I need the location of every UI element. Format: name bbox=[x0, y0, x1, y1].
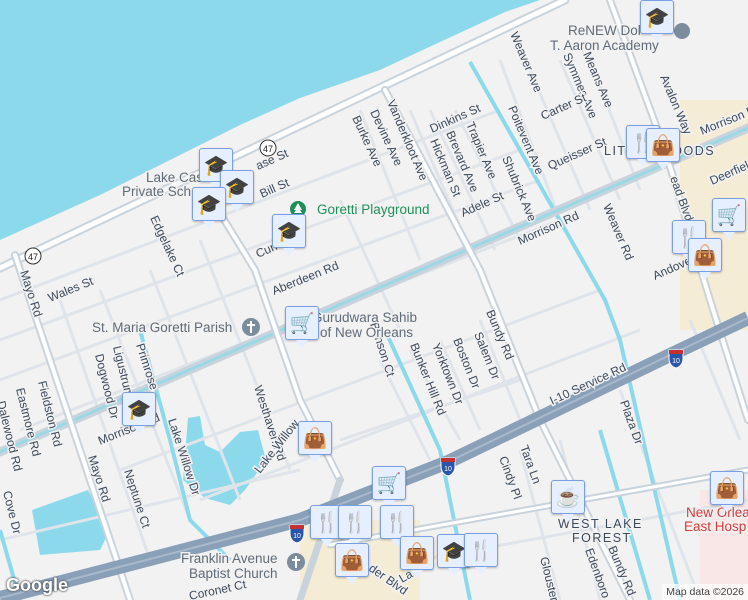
map-attribution[interactable]: Map data ©2026 bbox=[662, 584, 748, 600]
map-canvas[interactable]: 47 47 10 10 10 Morrison Rd Morrison Rd M… bbox=[0, 0, 748, 600]
fork-knife-icon: 🍴 bbox=[342, 511, 368, 534]
svg-text:10: 10 bbox=[672, 358, 680, 365]
fork-knife-icon: 🍴 bbox=[384, 511, 410, 534]
road-label: Aberdeen Rd bbox=[270, 258, 341, 297]
shopping-bag-icon: 👜 bbox=[339, 549, 365, 572]
interstate-10-shield: 10 bbox=[668, 349, 684, 369]
poi-label[interactable]: T. Aaron Academy bbox=[549, 37, 661, 55]
shopping-cart-icon: 🛒 bbox=[716, 204, 742, 227]
road-label: Neptune Ct bbox=[121, 468, 153, 531]
svg-text:10: 10 bbox=[444, 466, 452, 473]
grocery-marker[interactable]: 🛒 bbox=[712, 198, 746, 240]
restaurant-marker[interactable]: 🍴 bbox=[380, 505, 414, 547]
google-logo: Google bbox=[6, 575, 68, 595]
shopping-cart-icon: 🛒 bbox=[289, 312, 315, 335]
shopping-bag-icon: 👜 bbox=[302, 427, 328, 450]
road-label: Cindy Pl bbox=[496, 454, 524, 501]
graduation-cap-icon: 🎓 bbox=[441, 540, 467, 563]
poi-label[interactable]: Gurudwara Sahib bbox=[311, 309, 419, 327]
interstate-10-shield: 10 bbox=[289, 524, 305, 544]
shopping-marker[interactable]: 👜 bbox=[710, 471, 744, 513]
road-label: Mayo Rd bbox=[17, 269, 45, 319]
church-icon bbox=[242, 318, 260, 336]
graduation-cap-icon: 🎓 bbox=[126, 398, 152, 421]
road-label: Cove Dr bbox=[0, 489, 24, 535]
school-marker[interactable]: 🎓 bbox=[272, 214, 306, 256]
shopping-bag-icon: 👜 bbox=[714, 477, 740, 500]
poi-label[interactable]: East Hosp bbox=[683, 518, 748, 536]
road-label: Tara Ln bbox=[517, 443, 544, 485]
road-label: Adele St bbox=[459, 188, 507, 220]
poi-label[interactable]: Private Sch bbox=[121, 183, 193, 201]
poi-label[interactable]: St. Maria Goretti Parish bbox=[91, 319, 234, 337]
shopping-cart-icon: 🛒 bbox=[376, 472, 402, 495]
poi-label[interactable]: ReNEW Dol bbox=[567, 22, 643, 40]
shopping-bag-icon: 👜 bbox=[404, 542, 430, 565]
shopping-marker[interactable]: 👜 bbox=[688, 238, 722, 280]
poi-label[interactable]: Lake Cast bbox=[145, 169, 209, 187]
school-marker[interactable]: 🎓 bbox=[192, 187, 226, 229]
church-icon bbox=[287, 553, 305, 571]
shopping-marker[interactable]: 👜 bbox=[335, 543, 369, 585]
road-label: Weaver Ave bbox=[507, 30, 545, 95]
cafe-marker[interactable]: ☕ bbox=[551, 480, 585, 522]
interstate-10-shield: 10 bbox=[440, 457, 456, 477]
poi-label[interactable]: Baptist Church bbox=[188, 565, 280, 583]
shopping-marker[interactable]: 👜 bbox=[646, 128, 680, 170]
road-label: Edgelake Ct bbox=[147, 213, 188, 279]
restaurant-marker[interactable]: 🍴 bbox=[464, 533, 498, 575]
poi-label[interactable]: New Orlea bbox=[685, 504, 748, 522]
shopping-bag-icon: 👜 bbox=[692, 244, 718, 267]
graduation-cap-icon: 🎓 bbox=[196, 193, 222, 216]
grocery-marker[interactable]: 🛒 bbox=[372, 466, 406, 508]
school-marker[interactable]: 🎓 bbox=[122, 392, 156, 434]
svg-text:47: 47 bbox=[28, 252, 38, 262]
graduation-cap-icon: 🎓 bbox=[276, 220, 302, 243]
shopping-marker[interactable]: 👜 bbox=[298, 421, 332, 463]
graduation-cap-icon: 🎓 bbox=[644, 6, 670, 29]
school-icon bbox=[674, 23, 690, 39]
road-label: Glouster bbox=[537, 555, 562, 600]
fork-knife-icon: 🍴 bbox=[468, 539, 494, 562]
neighborhood-label: FOREST bbox=[572, 531, 632, 545]
school-marker[interactable]: 🎓 bbox=[640, 0, 674, 42]
poi-label[interactable]: Goretti Playground bbox=[316, 201, 432, 219]
graduation-cap-icon: 🎓 bbox=[224, 176, 250, 199]
poi-label[interactable]: of New Orleans bbox=[319, 324, 415, 342]
poi-label[interactable]: Franklin Avenue bbox=[180, 550, 280, 568]
coffee-cup-icon: ☕ bbox=[555, 486, 581, 509]
fork-knife-icon: 🍴 bbox=[314, 511, 340, 534]
restaurant-marker[interactable]: 🍴 bbox=[338, 505, 372, 547]
road-label: Plaza Dr bbox=[617, 398, 646, 446]
route-47-shield: 47 bbox=[24, 247, 42, 265]
grocery-marker[interactable]: 🛒 bbox=[285, 306, 319, 348]
shopping-marker[interactable]: 👜 bbox=[400, 536, 434, 578]
shopping-bag-icon: 👜 bbox=[650, 134, 676, 157]
road-label: Weaver Rd bbox=[600, 202, 636, 263]
svg-text:10: 10 bbox=[293, 533, 301, 540]
